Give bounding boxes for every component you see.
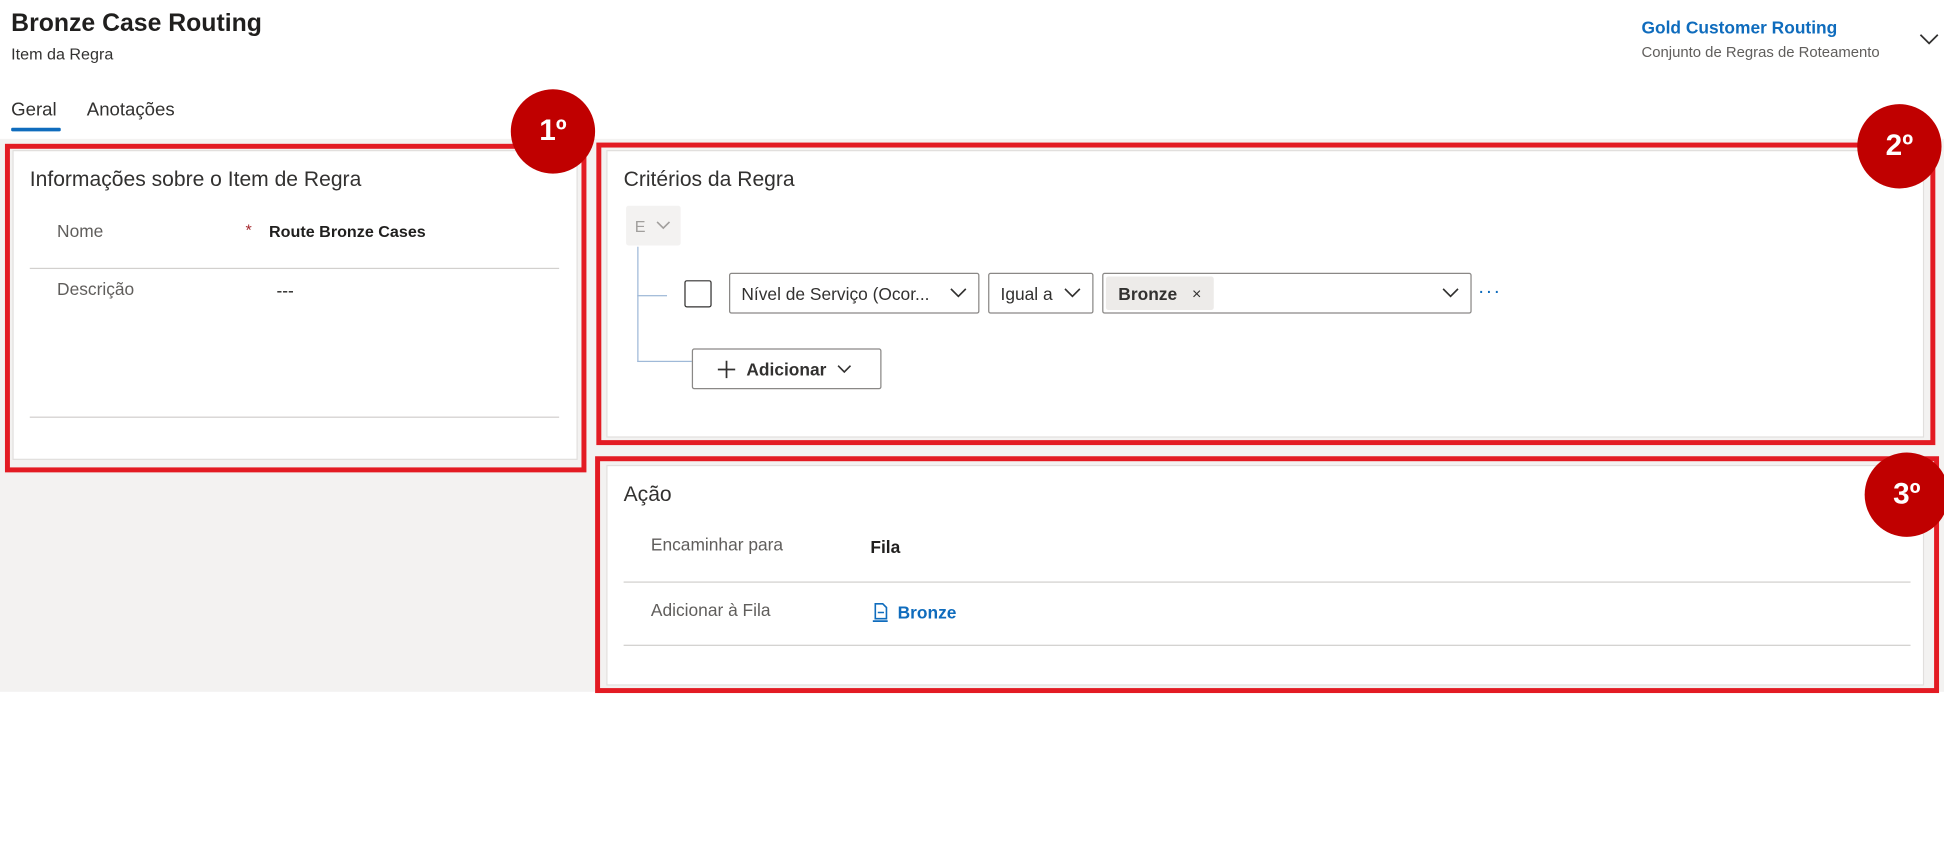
record-entity-type: Item da Regra	[11, 44, 114, 64]
ruleset-type-label: Conjunto de Regras de Roteamento	[1641, 43, 1880, 61]
stage: Bronze Case Routing Item da Regra Gold C…	[0, 0, 1944, 855]
tab-geral[interactable]: Geral	[11, 99, 56, 120]
highlight-box	[595, 456, 1940, 694]
step-badge: 2º	[1857, 104, 1942, 189]
tab-selected-indicator	[11, 127, 61, 132]
tab-anotacoes[interactable]: Anotações	[87, 99, 175, 120]
record-title: Bronze Case Routing	[11, 9, 262, 38]
highlight-box	[4, 143, 587, 473]
step-badge: 1º	[510, 89, 596, 174]
chevron-down-icon[interactable]	[1917, 30, 1942, 50]
highlight-box	[596, 142, 1936, 446]
step-badge: 3º	[1864, 452, 1944, 537]
ruleset-link[interactable]: Gold Customer Routing	[1641, 17, 1837, 37]
